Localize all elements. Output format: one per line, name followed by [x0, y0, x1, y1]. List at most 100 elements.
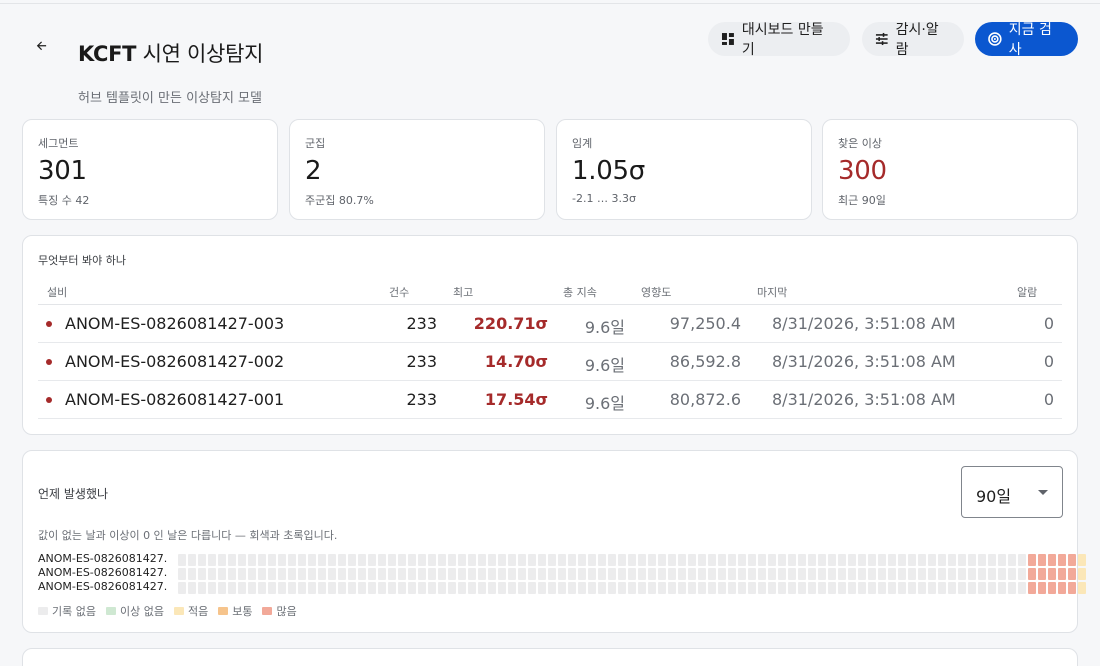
heatmap-cell[interactable] [298, 554, 306, 566]
heatmap-cell[interactable] [298, 582, 306, 594]
heatmap-cell[interactable] [908, 568, 916, 580]
heatmap-cell[interactable] [768, 568, 776, 580]
heatmap-cell[interactable] [848, 568, 856, 580]
heatmap-cell[interactable] [478, 568, 486, 580]
heatmap-cell[interactable] [708, 568, 716, 580]
heatmap-cell[interactable] [778, 582, 786, 594]
heatmap-cell[interactable] [698, 568, 706, 580]
heatmap-cell[interactable] [1028, 554, 1036, 566]
heatmap-cell[interactable] [548, 554, 556, 566]
heatmap-cell[interactable] [998, 582, 1006, 594]
heatmap-cell[interactable] [988, 568, 996, 580]
heatmap-cell[interactable] [1018, 554, 1026, 566]
heatmap-cell[interactable] [888, 554, 896, 566]
heatmap-cell[interactable] [438, 582, 446, 594]
heatmap-cell[interactable] [238, 568, 246, 580]
heatmap-cell[interactable] [198, 582, 206, 594]
heatmap-cell[interactable] [878, 568, 886, 580]
heatmap-cell[interactable] [868, 568, 876, 580]
heatmap-cell[interactable] [278, 582, 286, 594]
heatmap-cell[interactable] [718, 554, 726, 566]
heatmap-cell[interactable] [208, 582, 216, 594]
heatmap-cell[interactable] [1048, 582, 1056, 594]
heatmap-cell[interactable] [828, 568, 836, 580]
heatmap-cell[interactable] [338, 582, 346, 594]
col-impact[interactable]: 영향도 [641, 284, 671, 300]
heatmap-cell[interactable] [208, 568, 216, 580]
heatmap-cell[interactable] [768, 554, 776, 566]
heatmap-cell[interactable] [888, 582, 896, 594]
heatmap-cell[interactable] [978, 554, 986, 566]
heatmap-cell[interactable] [498, 582, 506, 594]
heatmap-cell[interactable] [1038, 568, 1046, 580]
heatmap-cell[interactable] [648, 568, 656, 580]
heatmap-cell[interactable] [318, 582, 326, 594]
heatmap-cell[interactable] [488, 554, 496, 566]
heatmap-cell[interactable] [538, 582, 546, 594]
heatmap-cell[interactable] [658, 582, 666, 594]
heatmap-cell[interactable] [458, 568, 466, 580]
heatmap-cell[interactable] [418, 568, 426, 580]
heatmap-cell[interactable] [638, 582, 646, 594]
heatmap-cell[interactable] [248, 554, 256, 566]
heatmap-cell[interactable] [1038, 554, 1046, 566]
heatmap-cell[interactable] [408, 568, 416, 580]
heatmap-cell[interactable] [908, 582, 916, 594]
heatmap-cell[interactable] [418, 582, 426, 594]
heatmap-cell[interactable] [938, 568, 946, 580]
heatmap-cell[interactable] [608, 568, 616, 580]
heatmap-cell[interactable] [248, 568, 256, 580]
heatmap-cell[interactable] [498, 568, 506, 580]
heatmap-cell[interactable] [218, 582, 226, 594]
heatmap-cell[interactable] [838, 582, 846, 594]
heatmap-cell[interactable] [468, 582, 476, 594]
back-button[interactable] [30, 34, 54, 58]
heatmap-cell[interactable] [438, 554, 446, 566]
heatmap-cell[interactable] [778, 568, 786, 580]
heatmap-cell[interactable] [928, 568, 936, 580]
heatmap-cell[interactable] [1078, 554, 1086, 566]
heatmap-cell[interactable] [1008, 582, 1016, 594]
heatmap-cell[interactable] [758, 582, 766, 594]
heatmap-cell[interactable] [598, 582, 606, 594]
heatmap-cell[interactable] [1058, 554, 1066, 566]
heatmap-cell[interactable] [518, 568, 526, 580]
heatmap-cell[interactable] [658, 554, 666, 566]
range-select[interactable]: 90일 [961, 466, 1063, 518]
heatmap-cell[interactable] [868, 582, 876, 594]
heatmap-cell[interactable] [1028, 568, 1036, 580]
heatmap-cell[interactable] [1008, 568, 1016, 580]
heatmap-cell[interactable] [488, 568, 496, 580]
heatmap-cell[interactable] [748, 568, 756, 580]
heatmap-cell[interactable] [688, 554, 696, 566]
heatmap-cell[interactable] [308, 582, 316, 594]
heatmap-cell[interactable] [238, 582, 246, 594]
heatmap-cell[interactable] [258, 582, 266, 594]
heatmap-cell[interactable] [328, 554, 336, 566]
heatmap-cell[interactable] [268, 568, 276, 580]
heatmap-cell[interactable] [848, 582, 856, 594]
heatmap-cell[interactable] [958, 554, 966, 566]
heatmap-cell[interactable] [878, 582, 886, 594]
heatmap-cell[interactable] [498, 554, 506, 566]
heatmap-cell[interactable] [398, 582, 406, 594]
heatmap-cell[interactable] [588, 554, 596, 566]
heatmap-cell[interactable] [338, 554, 346, 566]
heatmap-cell[interactable] [598, 554, 606, 566]
scan-now-button[interactable]: 지금 검사 [975, 22, 1078, 58]
heatmap-cell[interactable] [858, 582, 866, 594]
heatmap-cell[interactable] [1068, 554, 1076, 566]
heatmap-cell[interactable] [358, 554, 366, 566]
heatmap-cell[interactable] [488, 582, 496, 594]
heatmap-cell[interactable] [968, 582, 976, 594]
heatmap-cell[interactable] [348, 554, 356, 566]
heatmap-cell[interactable] [638, 568, 646, 580]
heatmap-cell[interactable] [798, 568, 806, 580]
heatmap-cell[interactable] [738, 554, 746, 566]
heatmap-cell[interactable] [558, 582, 566, 594]
heatmap-cell[interactable] [728, 554, 736, 566]
heatmap-cell[interactable] [528, 582, 536, 594]
heatmap-cell[interactable] [458, 554, 466, 566]
heatmap-cell[interactable] [988, 554, 996, 566]
table-row[interactable]: ANOM-ES-0826081427-001 233 17.54σ 9.6일 8… [38, 381, 1062, 419]
